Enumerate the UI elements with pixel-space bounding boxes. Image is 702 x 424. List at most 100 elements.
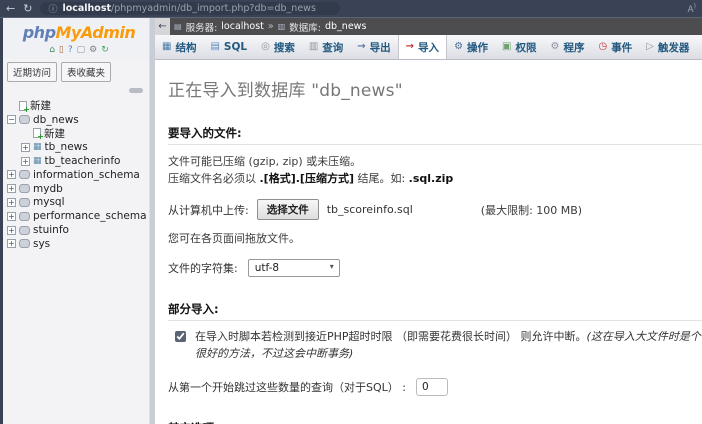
tree-item-tb-teacherinfo[interactable]: + ▦ tb_teacherinfo: [7, 154, 155, 168]
tree-item-label: 新建: [30, 100, 51, 113]
tab-label: 操作: [467, 41, 489, 54]
sql-icon: ▤: [210, 41, 220, 52]
interrupt-option-text: 在导入时脚本若检测到接近PHP超时时限 （即需要花费很长时间） 则允许中断。(这…: [195, 329, 702, 362]
url-host: localhost: [62, 3, 112, 14]
browser-refresh-icon[interactable]: ↻: [23, 3, 32, 14]
tab-operations[interactable]: ⚙ 操作: [447, 35, 495, 59]
sidebar-scrollbar[interactable]: [149, 18, 155, 424]
expand-icon[interactable]: +: [7, 184, 16, 194]
tab-label: 搜索: [273, 41, 295, 54]
tree-item-label: tb_teacherinfo: [44, 155, 121, 168]
tree-item-label: mysql: [33, 196, 65, 209]
site-info-icon[interactable]: ⓘ: [48, 2, 57, 15]
help-icon[interactable]: ?: [68, 45, 73, 55]
reload-icon[interactable]: ↻: [101, 45, 109, 55]
database-icon: [19, 197, 30, 207]
file-to-import-section: 要导入的文件: 文件可能已压缩 (gzip, zip) 或未压缩。 压缩文件名必…: [168, 125, 702, 278]
tab-label: 导入: [418, 41, 440, 54]
skip-queries-input[interactable]: [415, 378, 448, 397]
tab-label: 查询: [322, 41, 344, 54]
expand-icon[interactable]: +: [21, 142, 30, 152]
import-icon: →: [405, 41, 415, 52]
interrupt-option-row: 在导入时脚本若检测到接近PHP超时时限 （即需要花费很长时间） 则允许中断。(这…: [175, 329, 702, 362]
tab-designer[interactable]: ◫设计器: [696, 35, 702, 59]
tree-item-performance-schema[interactable]: + performance_schema: [7, 209, 155, 223]
browser-back-icon[interactable]: ←: [6, 3, 15, 14]
tree-item-tb-news[interactable]: + ▦ tb_news: [7, 140, 155, 154]
choose-file-button[interactable]: 选择文件: [256, 199, 319, 221]
recent-tables-button[interactable]: 近期访问: [7, 62, 58, 82]
navigation-sidebar: phpMyAdmin ⌂ ▯ ? ▢ ⚙ ↻ 近期访问 表收藏夹 新建 − db…: [3, 18, 155, 424]
charset-label: 文件的字符集:: [168, 262, 238, 276]
expand-icon[interactable]: +: [7, 239, 16, 249]
expand-icon[interactable]: +: [7, 170, 16, 180]
tab-structure[interactable]: ▦ 结构: [155, 35, 203, 59]
breadcrumb-db-label: 数据库:: [289, 22, 321, 34]
breadcrumb-server-link[interactable]: localhost: [221, 21, 264, 32]
tree-item-mydb[interactable]: + mydb: [7, 182, 155, 196]
server-icon: ▤: [174, 22, 182, 31]
logo-php: php: [22, 23, 56, 42]
charset-row: 文件的字符集: utf-8 ▾: [168, 259, 702, 278]
tree-item-db-news[interactable]: − db_news: [7, 113, 155, 127]
tab-sql[interactable]: ▤ SQL: [203, 35, 254, 59]
triggers-icon: ▷: [646, 41, 654, 52]
exit-icon[interactable]: ▯: [59, 45, 64, 55]
tab-search[interactable]: ◎ 搜索: [254, 35, 302, 59]
max-size-note: (最大限制: 100 MB): [480, 203, 583, 217]
tab-export[interactable]: → 导出: [350, 35, 397, 59]
page-title: 正在导入到数据库 "db_news": [168, 81, 403, 101]
read-aloud-icon[interactable]: A): [687, 3, 696, 15]
new-item-icon: [19, 100, 30, 114]
file-section-heading: 要导入的文件:: [168, 125, 702, 145]
tab-label: 权限: [515, 41, 537, 54]
skip-queries-row: 从第一个开始跳过这些数量的查询（对于SQL） :: [168, 378, 702, 397]
nav-resize-handle[interactable]: [129, 88, 143, 93]
settings-icon[interactable]: ⚙: [89, 45, 97, 55]
database-icon: [19, 170, 30, 180]
favorite-tables-button[interactable]: 表收藏夹: [61, 62, 112, 82]
search-icon: ◎: [261, 41, 270, 52]
partial-import-section: 部分导入: 在导入时脚本若检测到接近PHP超时时限 （即需要花费很长时间） 则允…: [168, 301, 702, 397]
docs-icon[interactable]: ▢: [77, 45, 86, 55]
charset-select[interactable]: utf-8 ▾: [247, 259, 340, 278]
expand-icon[interactable]: +: [7, 225, 16, 235]
tab-label: 程序: [563, 41, 585, 54]
logo-myadmin: MyAdmin: [55, 23, 136, 42]
allow-interrupt-checkbox[interactable]: [175, 331, 186, 343]
sample-extension: .sql.zip: [408, 172, 454, 186]
tree-item-new-database[interactable]: 新建: [7, 99, 155, 114]
tree-item-label: information_schema: [33, 168, 140, 181]
new-item-icon: [33, 128, 44, 141]
database-tabbar: ▦ 结构 ▤ SQL ◎ 搜索 ▥ 查询 → 导出 → 导入 ⚙ 操作 ▣ 权限 ⚙ 程序 ◷ 事件…: [155, 35, 702, 60]
expand-icon[interactable]: +: [21, 156, 30, 166]
tree-item-stuinfo[interactable]: + stuinfo: [7, 223, 155, 237]
expand-icon[interactable]: +: [7, 211, 16, 221]
url-text: localhost/phpmyadmin/db_import.php?db=db…: [62, 3, 315, 14]
partial-section-heading: 部分导入:: [168, 301, 702, 322]
home-icon[interactable]: ⌂: [49, 45, 55, 55]
phpmyadmin-logo[interactable]: phpMyAdmin: [3, 18, 155, 43]
expand-icon[interactable]: +: [7, 197, 16, 207]
skip-queries-label: 从第一个开始跳过这些数量的查询（对于SQL） :: [168, 381, 406, 395]
tab-import[interactable]: → 导入: [397, 35, 448, 59]
tree-item-new-table[interactable]: 新建: [7, 127, 155, 141]
tab-routines[interactable]: ⚙ 程序: [543, 35, 591, 59]
breadcrumb-db-link[interactable]: db_news: [325, 21, 366, 32]
tab-label: 导出: [369, 41, 391, 54]
tab-events[interactable]: ◷ 事件: [591, 35, 639, 59]
tree-item-information-schema[interactable]: + information_schema: [7, 168, 155, 182]
upload-label: 从计算机中上传:: [168, 203, 249, 217]
import-page: 正在导入到数据库 "db_news" 要导入的文件: 文件可能已压缩 (gzip…: [155, 60, 702, 424]
tree-item-mysql[interactable]: + mysql: [7, 196, 155, 210]
tab-privileges[interactable]: ▣ 权限: [495, 35, 543, 59]
tab-query[interactable]: ▥ 查询: [302, 35, 350, 59]
collapse-icon[interactable]: −: [7, 115, 16, 125]
tree-item-sys[interactable]: + sys: [7, 237, 155, 251]
tab-triggers[interactable]: ▷ 触发器: [639, 35, 696, 59]
tab-label: 事件: [611, 41, 633, 54]
hide-navigation-icon[interactable]: ←: [155, 18, 170, 35]
browser-toolbar: ← ↻ ⓘ localhost/phpmyadmin/db_import.php…: [0, 0, 702, 18]
nav-handle-row: [3, 85, 155, 95]
address-bar[interactable]: ⓘ localhost/phpmyadmin/db_import.php?db=…: [40, 2, 341, 15]
